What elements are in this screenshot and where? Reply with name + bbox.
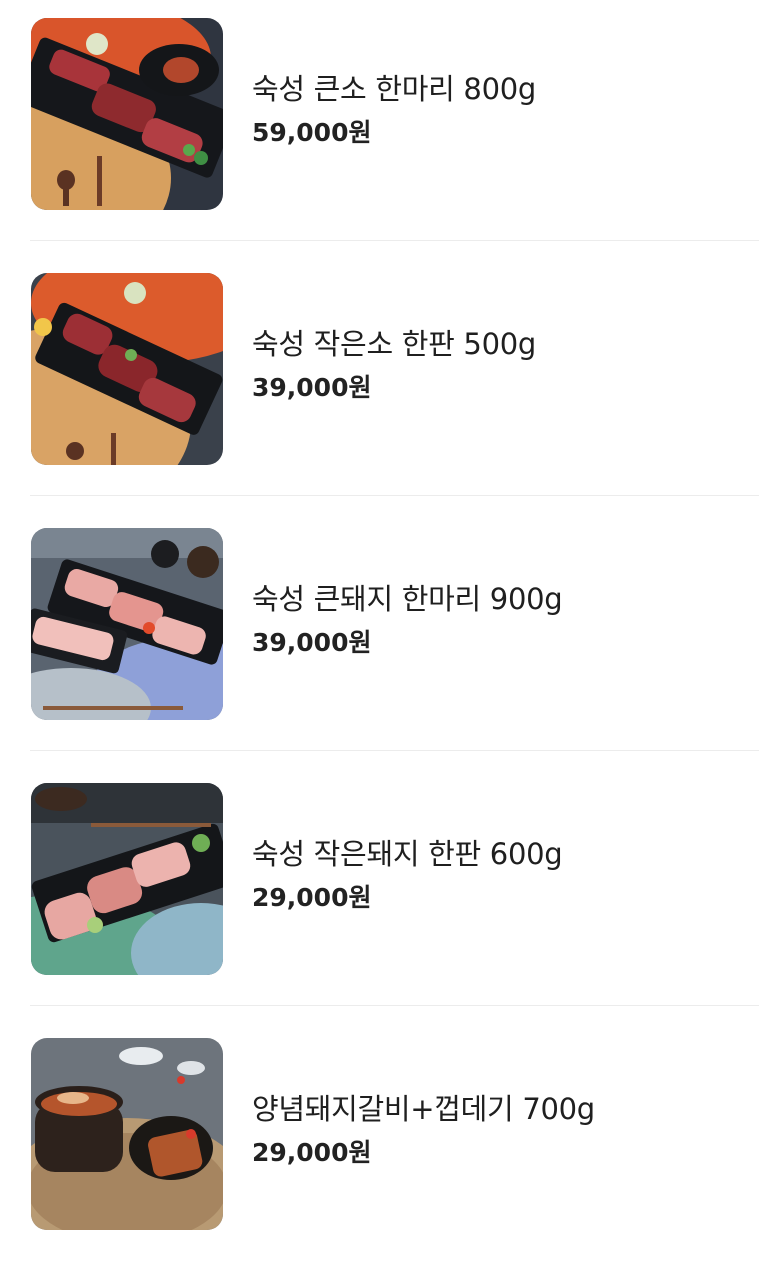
item-price: 39,000원 [252, 373, 372, 402]
divider [30, 495, 759, 496]
item-name: 숙성 작은소 한판 500g [252, 327, 536, 361]
item-name: 숙성 큰돼지 한마리 900g [252, 582, 563, 616]
item-name: 숙성 작은돼지 한판 600g [252, 837, 563, 871]
menu-item[interactable]: 양념돼지갈비+껍데기 700g 29,000원 [0, 1020, 773, 1275]
menu-item[interactable]: 숙성 큰소 한마리 800g 59,000원 [0, 0, 773, 255]
item-name: 숙성 큰소 한마리 800g [252, 72, 536, 106]
divider [30, 240, 759, 241]
divider [30, 1005, 759, 1006]
marinated-pork-ribs-photo [31, 1038, 223, 1230]
menu-item[interactable]: 숙성 작은소 한판 500g 39,000원 [0, 255, 773, 510]
divider [30, 750, 759, 751]
menu-list: 숙성 큰소 한마리 800g 59,000원 숙성 작은소 한판 500g 39… [0, 0, 773, 1252]
item-price: 59,000원 [252, 118, 372, 147]
item-price: 29,000원 [252, 1138, 372, 1167]
item-price: 39,000원 [252, 628, 372, 657]
menu-item[interactable]: 숙성 작은돼지 한판 600g 29,000원 [0, 765, 773, 1020]
menu-item[interactable]: 숙성 큰돼지 한마리 900g 39,000원 [0, 510, 773, 765]
pork-platter-small-photo [31, 783, 223, 975]
item-name: 양념돼지갈비+껍데기 700g [252, 1092, 595, 1126]
beef-platter-large-photo [31, 18, 223, 210]
pork-platter-large-photo [31, 528, 223, 720]
item-price: 29,000원 [252, 883, 372, 912]
beef-platter-small-photo [31, 273, 223, 465]
